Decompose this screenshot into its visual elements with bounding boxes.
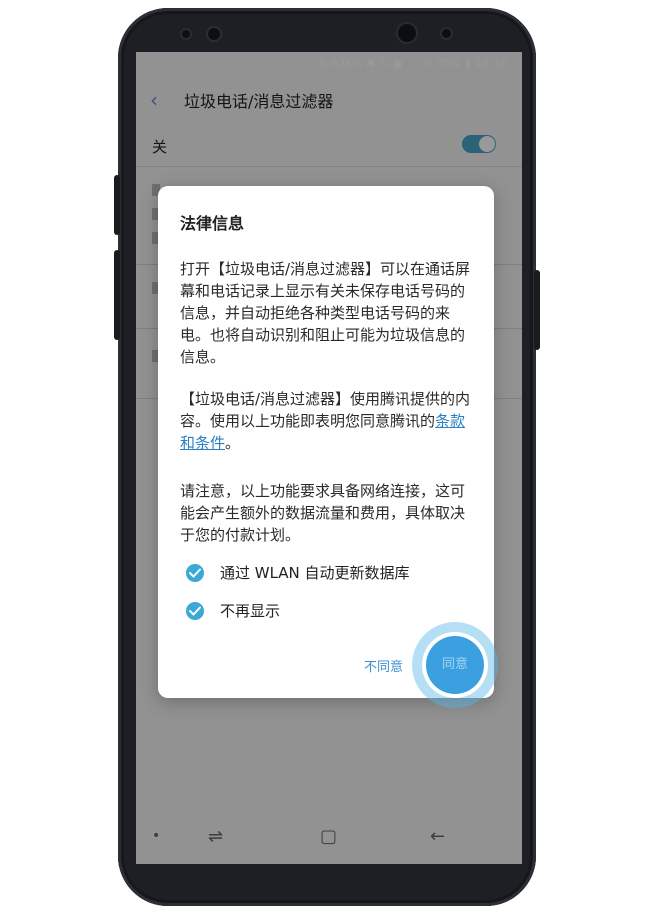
dont-show-again-label: 不再显示 (220, 602, 281, 620)
sensor-dot (208, 28, 220, 40)
wlan-update-label: 通过 WLAN 自动更新数据库 (220, 564, 410, 582)
tencent-text-end: 。 (225, 434, 241, 452)
front-sensors (170, 20, 490, 50)
touch-ripple: 同意 (412, 622, 498, 708)
checkbox-checked-icon[interactable] (186, 602, 204, 620)
front-camera (398, 24, 416, 42)
tencent-text: 【垃圾电话/消息过滤器】使用腾讯提供的内容。使用以上功能即表明您同意腾讯的 (180, 390, 471, 430)
legal-info-dialog: 法律信息 打开【垃圾电话/消息过滤器】可以在通话屏幕和电话记录上显示有关未保存电… (158, 186, 498, 708)
phone-screen: 0.93K/s ✱ ℕ ▣ ☆ .ıl 70% ▮ 10:36 ‹ 垃圾电话/消… (136, 52, 522, 864)
screenshot-frame: 0.93K/s ✱ ℕ ▣ ☆ .ıl 70% ▮ 10:36 ‹ 垃圾电话/消… (0, 0, 650, 910)
volume-side-button (114, 250, 120, 340)
power-side-button (534, 270, 540, 350)
dialog-paragraph-tencent: 【垃圾电话/消息过滤器】使用腾讯提供的内容。使用以上功能即表明您同意腾讯的条款和… (180, 388, 478, 454)
touch-ripple-core: 同意 (426, 636, 484, 694)
agree-button[interactable]: 同意 (426, 636, 484, 694)
dialog-paragraph-intro: 打开【垃圾电话/消息过滤器】可以在通话屏幕和电话记录上显示有关未保存电话号码的信… (180, 260, 471, 366)
touch-ripple-ring: 同意 (422, 632, 488, 698)
checkbox-checked-icon[interactable] (186, 564, 204, 582)
dialog-title: 法律信息 (180, 214, 245, 233)
bixby-side-button (114, 175, 120, 235)
dialog-paragraph-network: 请注意，以上功能要求具备网络连接，这可能会产生额外的数据流量和费用，具体取决于您… (180, 482, 466, 544)
disagree-button[interactable]: 不同意 (364, 656, 403, 675)
sensor-dot (182, 30, 190, 38)
sensor-dot (442, 29, 451, 38)
